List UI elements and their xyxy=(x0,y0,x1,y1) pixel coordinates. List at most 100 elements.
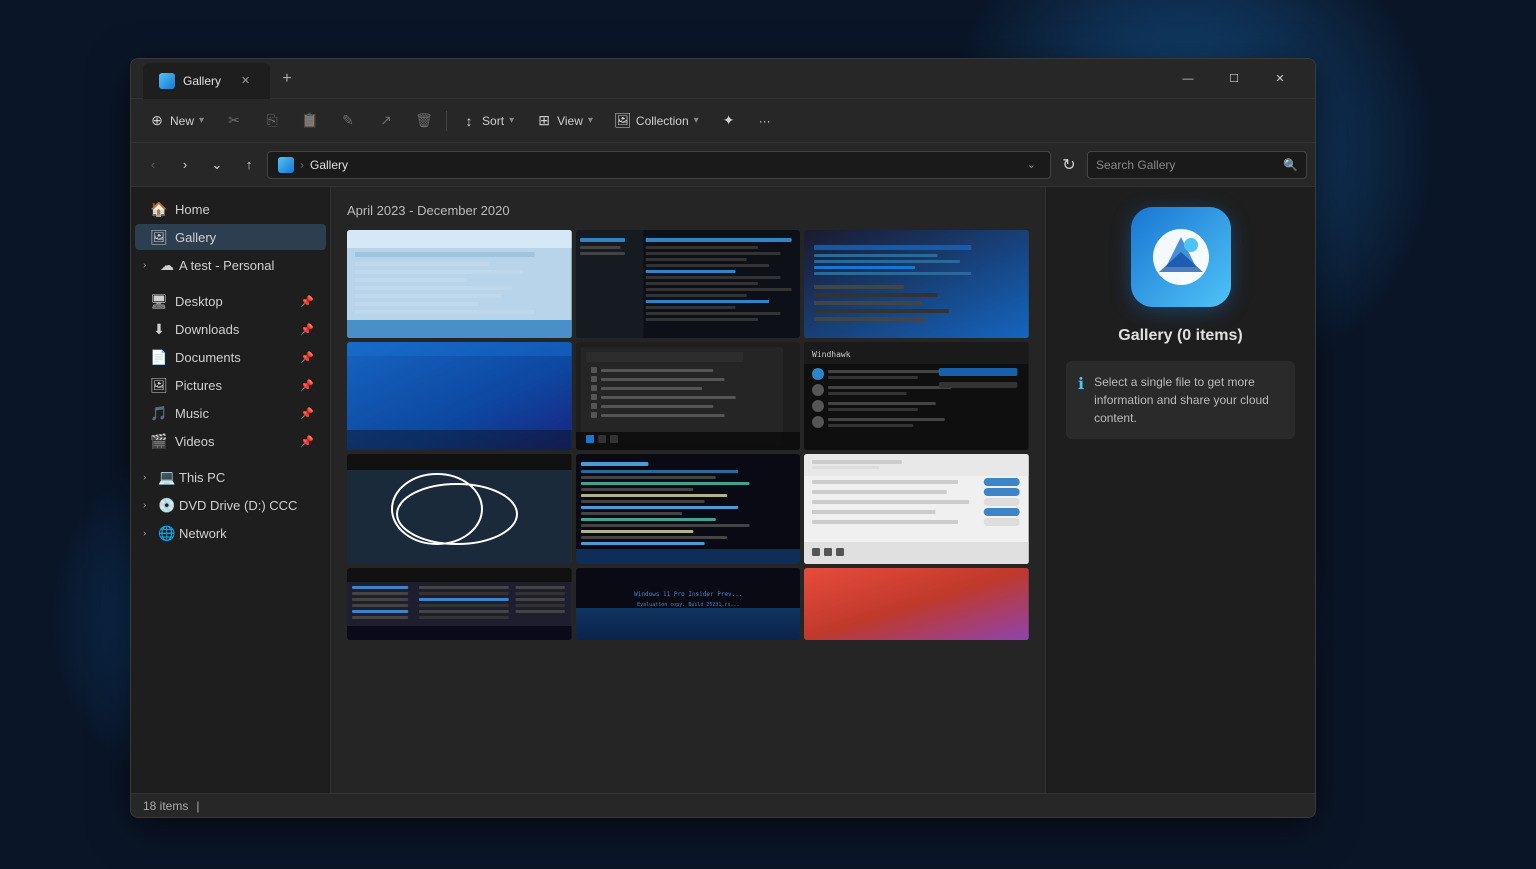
sidebar-item-pictures[interactable]: 🖼 Pictures 📌 xyxy=(135,372,326,398)
photo-thumb-10[interactable] xyxy=(347,568,572,640)
sidebar-item-videos-label: Videos xyxy=(175,434,215,449)
sidebar-item-gallery-label: Gallery xyxy=(175,230,216,245)
info-icon: ℹ xyxy=(1078,374,1084,394)
photo-thumb-6[interactable]: Windhawk xyxy=(804,342,1029,450)
thumb-svg-12 xyxy=(804,568,1029,640)
info-text: Select a single file to get more informa… xyxy=(1094,373,1283,427)
gallery-items-title: Gallery (0 items) xyxy=(1118,327,1243,345)
copy-button: ⎘ xyxy=(254,105,290,137)
sidebar-item-this-pc-label: This PC xyxy=(179,470,225,485)
desktop-pin-icon: 📌 xyxy=(300,295,314,308)
photo-thumb-2[interactable] xyxy=(576,230,801,338)
sidebar-item-downloads-label: Downloads xyxy=(175,322,239,337)
path-icon xyxy=(278,157,294,173)
items-count: 18 items xyxy=(143,799,188,813)
sidebar-item-downloads[interactable]: ⬇ Downloads 📌 xyxy=(135,316,326,342)
thumb-svg-2 xyxy=(576,230,801,338)
photo-thumb-7[interactable] xyxy=(347,454,572,564)
gallery-icon: 🖼 xyxy=(151,229,167,245)
sidebar-item-music[interactable]: 🎵 Music 📌 xyxy=(135,400,326,426)
collection-icon: 🖼 xyxy=(615,113,631,129)
collection-button[interactable]: 🖼 Collection ▾ xyxy=(605,105,709,137)
share-icon: ↗ xyxy=(378,113,394,129)
this-pc-expander-arrow: › xyxy=(143,472,155,483)
status-separator: | xyxy=(196,799,199,813)
sidebar-item-documents-label: Documents xyxy=(175,350,241,365)
thumb-svg-7 xyxy=(347,454,572,564)
a-test-expander-arrow: › xyxy=(143,260,155,271)
tab-close-button[interactable]: ✕ xyxy=(237,72,254,89)
photo-thumb-1[interactable] xyxy=(347,230,572,338)
view-button[interactable]: ⊞ View ▾ xyxy=(526,105,603,137)
cut-icon: ✂ xyxy=(226,113,242,129)
network-expander-arrow: › xyxy=(143,528,155,539)
documents-icon: 📄 xyxy=(151,349,167,365)
videos-pin-icon: 📌 xyxy=(300,435,314,448)
toolbar: ⊕ New ▾ ✂ ⎘ 📋 ✎ ↗ 🗑 ↕ Sort ▾ ⊞ View xyxy=(131,99,1315,143)
dvd-expander-arrow: › xyxy=(143,500,155,511)
address-path[interactable]: › Gallery ⌄ xyxy=(267,151,1051,179)
sort-button[interactable]: ↕ Sort ▾ xyxy=(451,105,524,137)
sidebar-item-network[interactable]: › 🌐 Network xyxy=(135,520,326,546)
search-placeholder: Search Gallery xyxy=(1096,158,1175,172)
sidebar-item-this-pc[interactable]: › 💻 This PC xyxy=(135,464,326,490)
photo-thumb-5[interactable] xyxy=(576,342,801,450)
sidebar-item-desktop[interactable]: 🖥 Desktop 📌 xyxy=(135,288,326,314)
music-icon: 🎵 xyxy=(151,405,167,421)
forward-button[interactable]: › xyxy=(171,151,199,179)
sidebar-item-desktop-label: Desktop xyxy=(175,294,223,309)
sidebar-item-home-label: Home xyxy=(175,202,210,217)
photo-thumb-12[interactable] xyxy=(804,568,1029,640)
thumb-svg-6: Windhawk xyxy=(804,342,1029,450)
photo-thumb-4[interactable] xyxy=(347,342,572,450)
up-button[interactable]: ↑ xyxy=(235,151,263,179)
new-button[interactable]: ⊕ New ▾ xyxy=(139,105,214,137)
gallery-app-icon xyxy=(1131,207,1231,307)
sidebar-item-documents[interactable]: 📄 Documents 📌 xyxy=(135,344,326,370)
close-button[interactable]: ✕ xyxy=(1257,63,1303,95)
rename-icon: ✎ xyxy=(340,113,356,129)
sidebar-item-pictures-label: Pictures xyxy=(175,378,222,393)
more-button[interactable]: ··· xyxy=(749,105,781,137)
minimize-button[interactable]: — xyxy=(1165,63,1211,95)
desktop-icon: 🖥 xyxy=(151,293,167,309)
sidebar-item-home[interactable]: 🏠 Home xyxy=(135,196,326,222)
downloads-pin-icon: 📌 xyxy=(300,323,314,336)
address-bar: ‹ › ⌄ ↑ › Gallery ⌄ ↻ Search Gallery 🔍 xyxy=(131,143,1315,187)
videos-icon: 🎬 xyxy=(151,433,167,449)
maximize-button[interactable]: ☐ xyxy=(1211,63,1257,95)
sidebar-item-gallery[interactable]: 🖼 Gallery xyxy=(135,224,326,250)
copy-icon: ⎘ xyxy=(264,113,280,129)
refresh-button[interactable]: ↻ xyxy=(1055,151,1083,179)
photo-thumb-11[interactable]: Windows 11 Pro Insider Prev... Evaluatio… xyxy=(576,568,801,640)
ai-button[interactable]: ✦ xyxy=(711,105,747,137)
sidebar-item-dvd-drive[interactable]: › 💿 DVD Drive (D:) CCC xyxy=(135,492,326,518)
rename-button: ✎ xyxy=(330,105,366,137)
thumb-svg-1 xyxy=(347,230,572,338)
thumb-svg-9 xyxy=(804,454,1029,564)
paste-icon: 📋 xyxy=(302,113,318,129)
search-box[interactable]: Search Gallery 🔍 xyxy=(1087,151,1307,179)
downloads-icon: ⬇ xyxy=(151,321,167,337)
add-tab-button[interactable]: + xyxy=(274,66,299,92)
svg-text:Windows 11 Pro Insider Prev...: Windows 11 Pro Insider Prev... xyxy=(634,591,742,598)
thumb-svg-8 xyxy=(576,454,801,564)
active-tab[interactable]: Gallery ✕ xyxy=(143,63,270,99)
file-explorer-window: Gallery ✕ + — ☐ ✕ ⊕ New ▾ ✂ ⎘ 📋 ✎ ↗ xyxy=(130,58,1316,818)
sidebar-item-videos[interactable]: 🎬 Videos 📌 xyxy=(135,428,326,454)
photo-thumb-8[interactable] xyxy=(576,454,801,564)
photo-thumb-3[interactable] xyxy=(804,230,1029,338)
thumb-svg-4 xyxy=(347,342,572,450)
path-dropdown-arrow: ⌄ xyxy=(1023,156,1040,173)
details-panel: Gallery (0 items) ℹ Select a single file… xyxy=(1045,187,1315,793)
sidebar-item-a-test[interactable]: › ☁ A test - Personal xyxy=(135,252,326,278)
photo-thumb-9[interactable] xyxy=(804,454,1029,564)
cloud-icon: ☁ xyxy=(159,257,175,273)
svg-text:Windhawk: Windhawk xyxy=(812,350,851,359)
dropdown-button[interactable]: ⌄ xyxy=(203,151,231,179)
new-icon: ⊕ xyxy=(149,113,165,129)
documents-pin-icon: 📌 xyxy=(300,351,314,364)
tab-icon xyxy=(159,73,175,89)
cut-button: ✂ xyxy=(216,105,252,137)
thumb-svg-5 xyxy=(576,342,801,450)
